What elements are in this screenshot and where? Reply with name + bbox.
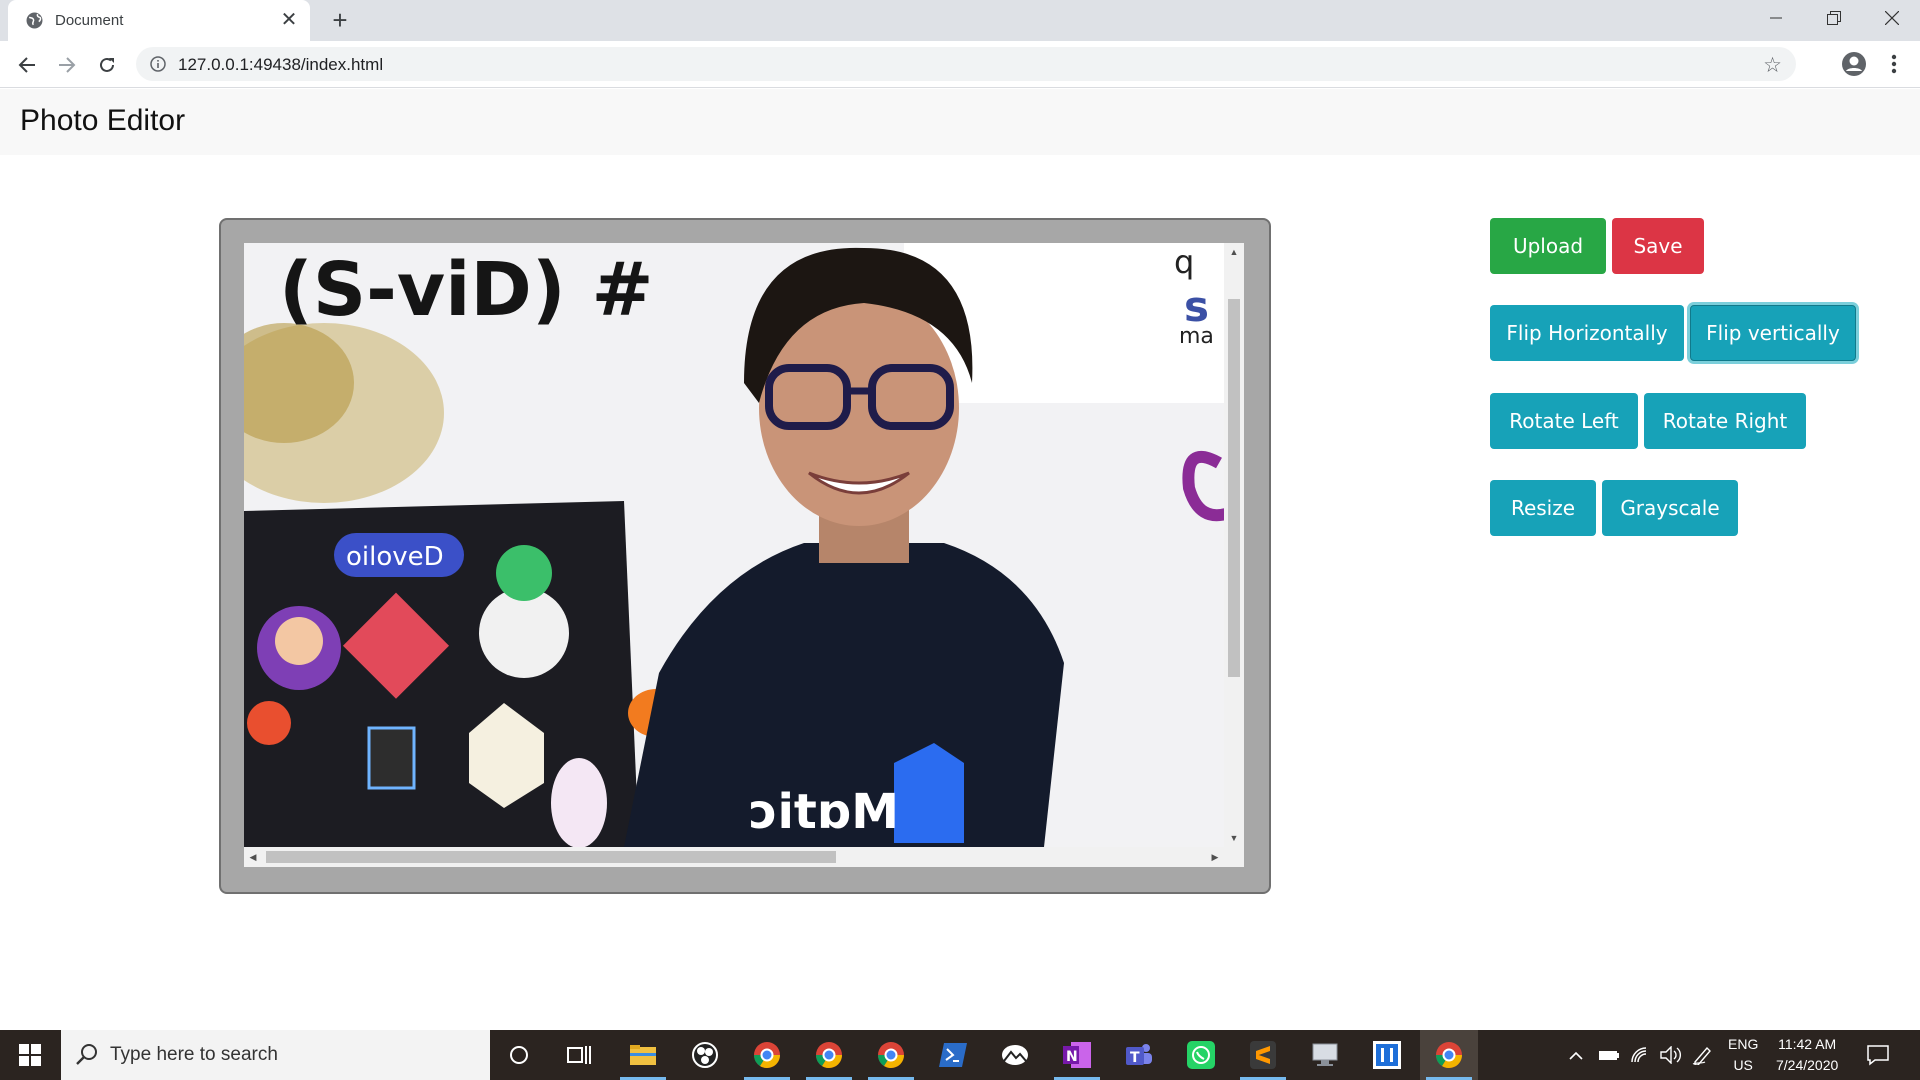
photo-canvas[interactable]: oiloveD ɔitɒM (S-viD) # s q ma (244, 243, 1224, 847)
forward-icon[interactable] (52, 50, 82, 80)
menu-kebab-icon[interactable] (1880, 50, 1908, 78)
scroll-up-icon[interactable]: ▲ (1227, 245, 1241, 259)
browser-tabstrip: Document ✕ + (0, 0, 1920, 41)
scroll-right-icon[interactable]: ▶ (1208, 850, 1222, 864)
teams-icon[interactable]: T (1110, 1030, 1168, 1080)
svg-text:ma: ma (1179, 324, 1214, 349)
obs-icon[interactable] (676, 1030, 734, 1080)
flip-vertically-button[interactable]: Flip vertically (1690, 305, 1856, 361)
notifications-icon[interactable] (1866, 1030, 1890, 1080)
clock-date: 7/24/2020 (1776, 1057, 1839, 1073)
bookmark-star-icon[interactable]: ☆ (1763, 53, 1782, 78)
vertical-scrollbar[interactable]: ▲ ▼ (1224, 243, 1244, 847)
chrome-active-icon[interactable] (1420, 1030, 1478, 1080)
task-view-icon[interactable] (550, 1030, 608, 1080)
rotate-right-button[interactable]: Rotate Right (1644, 393, 1806, 449)
resize-button[interactable]: Resize (1490, 480, 1596, 536)
chrome-profile-3-icon[interactable] (862, 1030, 920, 1080)
search-placeholder: Type here to search (110, 1044, 278, 1065)
tray-chevron-icon[interactable] (1568, 1030, 1584, 1080)
photos-app-icon[interactable] (986, 1030, 1044, 1080)
scroll-down-icon[interactable]: ▼ (1227, 831, 1241, 845)
taskbar-search[interactable]: Type here to search (61, 1030, 490, 1080)
svg-text:q: q (1174, 243, 1194, 281)
info-icon[interactable] (150, 56, 166, 72)
svg-text:T: T (1130, 1050, 1140, 1066)
file-explorer-icon[interactable] (614, 1030, 672, 1080)
horizontal-scrollbar[interactable]: ◀ ▶ (244, 847, 1244, 867)
windows-start-icon[interactable] (0, 1030, 60, 1080)
svg-text:N: N (1066, 1049, 1078, 1065)
shirt-text: ɔitɒM (749, 784, 899, 840)
browser-tab[interactable]: Document ✕ (8, 0, 310, 41)
scroll-left-icon[interactable]: ◀ (246, 850, 260, 864)
close-window-icon[interactable] (1864, 0, 1920, 36)
editor-frame: oiloveD ɔitɒM (S-viD) # s q ma ▲ ▼ ◀ ▶ (219, 218, 1271, 894)
vertical-scroll-thumb[interactable] (1228, 299, 1240, 677)
code-editor-icon[interactable] (1358, 1030, 1416, 1080)
save-button[interactable]: Save (1612, 218, 1704, 274)
wifi-icon[interactable] (1630, 1030, 1650, 1080)
remote-desktop-icon[interactable] (1296, 1030, 1354, 1080)
address-bar[interactable]: 127.0.0.1:49438/index.html ☆ (136, 47, 1796, 81)
laptop-sticker-text: oiloveD (346, 542, 444, 572)
page-title: Photo Editor (20, 104, 186, 137)
restore-icon[interactable] (1806, 0, 1862, 36)
battery-icon[interactable] (1598, 1030, 1620, 1080)
profile-icon[interactable] (1840, 50, 1868, 78)
language-top: ENG (1728, 1036, 1759, 1052)
sublime-text-icon[interactable] (1234, 1030, 1292, 1080)
grayscale-button[interactable]: Grayscale (1602, 480, 1738, 536)
new-tab-icon[interactable]: + (326, 6, 354, 34)
clock-time: 11:42 AM (1778, 1036, 1837, 1052)
url-text: 127.0.0.1:49438/index.html (178, 55, 384, 74)
chrome-profile-1-icon[interactable] (738, 1030, 796, 1080)
flip-horizontally-button[interactable]: Flip Horizontally (1490, 305, 1684, 361)
taskbar: Type here to search N T ENG US 11:42 AM … (0, 1030, 1920, 1080)
clock[interactable]: 11:42 AM 7/24/2020 (1776, 1030, 1838, 1080)
app-navbar: Photo Editor (0, 89, 1920, 155)
language-bottom: US (1733, 1057, 1753, 1073)
whatsapp-icon[interactable] (1172, 1030, 1230, 1080)
tab-title: Document (55, 12, 124, 29)
chrome-profile-2-icon[interactable] (800, 1030, 858, 1080)
powershell-icon[interactable] (924, 1030, 982, 1080)
minimize-icon[interactable] (1748, 0, 1804, 36)
onenote-icon[interactable]: N (1048, 1030, 1106, 1080)
canvas-viewport[interactable]: oiloveD ɔitɒM (S-viD) # s q ma ▲ ▼ ◀ ▶ (244, 243, 1244, 867)
cortana-icon[interactable] (490, 1030, 548, 1080)
back-icon[interactable] (12, 50, 42, 80)
rotate-left-button[interactable]: Rotate Left (1490, 393, 1638, 449)
browser-toolbar: 127.0.0.1:49438/index.html ☆ (0, 41, 1920, 88)
volume-icon[interactable] (1660, 1030, 1682, 1080)
search-icon (76, 1044, 97, 1065)
globe-icon (26, 12, 43, 29)
mirrored-headline: (S-viD) # (279, 247, 653, 333)
upload-button[interactable]: Upload (1490, 218, 1606, 274)
tab-close-icon[interactable]: ✕ (278, 9, 300, 31)
pen-ink-icon[interactable] (1692, 1030, 1714, 1080)
horizontal-scroll-thumb[interactable] (266, 851, 836, 863)
language-indicator[interactable]: ENG US (1728, 1030, 1758, 1080)
reload-icon[interactable] (92, 50, 122, 80)
